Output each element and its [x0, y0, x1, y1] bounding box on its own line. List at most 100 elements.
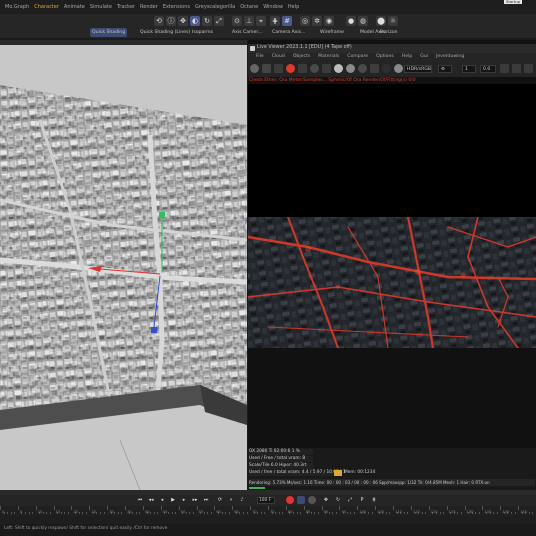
tick-label: 40: [144, 510, 150, 514]
render-view-icon[interactable]: ◎: [300, 16, 310, 26]
lock-icon[interactable]: ⊙: [232, 16, 242, 26]
pv-menu-gui[interactable]: Gui: [420, 53, 428, 61]
snap-icon[interactable]: ⋕: [270, 16, 280, 26]
channel-icon[interactable]: [382, 64, 391, 73]
rotate-icon[interactable]: ↻: [202, 16, 212, 26]
param-key-icon[interactable]: P: [358, 496, 366, 504]
select-icon[interactable]: ◐: [190, 16, 200, 26]
tick-label: 115: [412, 510, 420, 514]
menu-item-simulate[interactable]: Simulate: [90, 0, 112, 14]
tick-label: 35: [127, 510, 132, 514]
exposure-field[interactable]: ⚙: [438, 65, 452, 73]
autokey-icon[interactable]: [297, 496, 305, 504]
menu-item-help[interactable]: Help: [288, 0, 299, 14]
city-render-image: [248, 217, 536, 348]
viewport-header: [0, 40, 247, 45]
undo-icon[interactable]: ⟲: [154, 16, 164, 26]
menu-item-octane[interactable]: Octane: [240, 0, 258, 14]
menu-item-animate[interactable]: Animate: [64, 0, 85, 14]
prev-key-icon[interactable]: ◂◂: [147, 496, 155, 504]
axis-icon[interactable]: ⊥: [244, 16, 254, 26]
menu-item-tracker[interactable]: Tracker: [117, 0, 135, 14]
scale-icon[interactable]: ⤢: [214, 16, 224, 26]
status-text: Left: Shift to quickly respawn/ Shift fo…: [4, 526, 168, 531]
object-icon[interactable]: ⬤: [376, 16, 386, 26]
coordinate-icon[interactable]: ⌖: [256, 16, 266, 26]
object-icon[interactable]: [358, 64, 367, 73]
mem-label: Mem: 00:1234: [344, 470, 376, 475]
tick-label: 65: [234, 510, 239, 514]
mode-axis-camer-[interactable]: Axis Camer...: [230, 28, 264, 37]
go-end-icon[interactable]: ⏭: [202, 496, 210, 504]
prev-frame-icon[interactable]: ◂: [158, 496, 166, 504]
menu-item-window[interactable]: Window: [263, 0, 283, 14]
pv-menu-objects[interactable]: Objects: [293, 53, 310, 61]
render-preview[interactable]: [248, 217, 536, 348]
menu-item-render[interactable]: Render: [140, 0, 158, 14]
frame-field[interactable]: 100 F: [257, 497, 275, 504]
render-empty-area-bottom: [248, 348, 536, 448]
menu-item-greyscalegorilla[interactable]: Greyscalegorilla: [195, 0, 235, 14]
move-icon[interactable]: ✥: [178, 16, 188, 26]
render-icon[interactable]: ◉: [324, 16, 334, 26]
mode-camera-axis-[interactable]: Camera Axis...: [270, 28, 307, 37]
tick-label: 85: [305, 510, 311, 514]
tick-label: 110: [395, 510, 402, 514]
light-icon[interactable]: ◍: [358, 16, 368, 26]
go-start-icon[interactable]: ⏮: [136, 496, 144, 504]
play-icon[interactable]: ▶: [169, 496, 177, 504]
camera-icon[interactable]: ●: [346, 16, 356, 26]
stop-icon[interactable]: [274, 64, 283, 73]
3d-viewport[interactable]: [0, 40, 247, 490]
zoom-icon[interactable]: [512, 64, 521, 73]
sound-icon[interactable]: ♪: [238, 496, 246, 504]
menu-item-extensions[interactable]: Extensions: [163, 0, 190, 14]
menu-item-mo-graph[interactable]: Mo.Graph: [5, 0, 29, 14]
save-icon[interactable]: [298, 64, 307, 73]
mode-quick-shading[interactable]: Quick Shading: [90, 28, 128, 37]
pv-menu-materials[interactable]: Materials: [318, 53, 339, 61]
grid-icon[interactable]: #: [282, 16, 292, 26]
render-progress-bar: [249, 487, 265, 489]
mode-wireframe[interactable]: Wireframe: [318, 28, 346, 37]
pause-icon[interactable]: [262, 64, 271, 73]
pv-menu-cloud[interactable]: Cloud: [272, 53, 285, 61]
gear-icon[interactable]: [250, 64, 259, 73]
speed-icon[interactable]: »: [227, 496, 235, 504]
region-icon[interactable]: [322, 64, 331, 73]
pv-menu-help[interactable]: Help: [402, 53, 412, 61]
timeline-track[interactable]: [0, 516, 536, 524]
gamma-field[interactable]: 1: [462, 65, 476, 73]
menu-item-character[interactable]: Character: [34, 0, 59, 14]
compare-icon[interactable]: [370, 64, 379, 73]
bulb-icon[interactable]: ☼: [388, 16, 398, 26]
pv-menu-compare[interactable]: Compare: [347, 53, 368, 61]
loop-icon[interactable]: ⟳: [216, 496, 224, 504]
mode-quick-shading-lines-[interactable]: Quick Shading (Lines): [138, 28, 192, 37]
next-frame-icon[interactable]: ▸: [180, 496, 188, 504]
pv-menu-file[interactable]: File: [256, 53, 264, 61]
material-icon[interactable]: [346, 64, 355, 73]
value-field[interactable]: 0.0: [480, 65, 496, 73]
pv-menu-jeventuwing[interactable]: Jeventuwing: [436, 53, 464, 61]
info-icon[interactable]: ⓘ: [166, 16, 176, 26]
record-icon[interactable]: [286, 496, 294, 504]
mode-horizon[interactable]: Horizon: [378, 28, 400, 37]
mode-isoparms[interactable]: Isoparms: [190, 28, 215, 37]
startup-layout-field[interactable]: Startup: [504, 0, 522, 4]
grid-key-icon[interactable]: ⋕: [370, 496, 378, 504]
color-space-select[interactable]: HDR/sRGB: [404, 65, 432, 73]
move-key-icon[interactable]: ✥: [322, 496, 330, 504]
rotate-key-icon[interactable]: ↻: [334, 496, 342, 504]
lock-icon[interactable]: [310, 64, 319, 73]
options-icon[interactable]: [394, 64, 403, 73]
next-key-icon[interactable]: ▸▸: [191, 496, 199, 504]
scale-key-icon[interactable]: ⤢: [346, 496, 354, 504]
settings-icon[interactable]: ✲: [312, 16, 322, 26]
fit-icon[interactable]: [500, 64, 509, 73]
camera-icon[interactable]: [524, 64, 533, 73]
keyframe-icon[interactable]: [308, 496, 316, 504]
pv-menu-options[interactable]: Options: [376, 53, 394, 61]
sphere-icon[interactable]: [334, 64, 343, 73]
restart-icon[interactable]: [286, 64, 295, 73]
